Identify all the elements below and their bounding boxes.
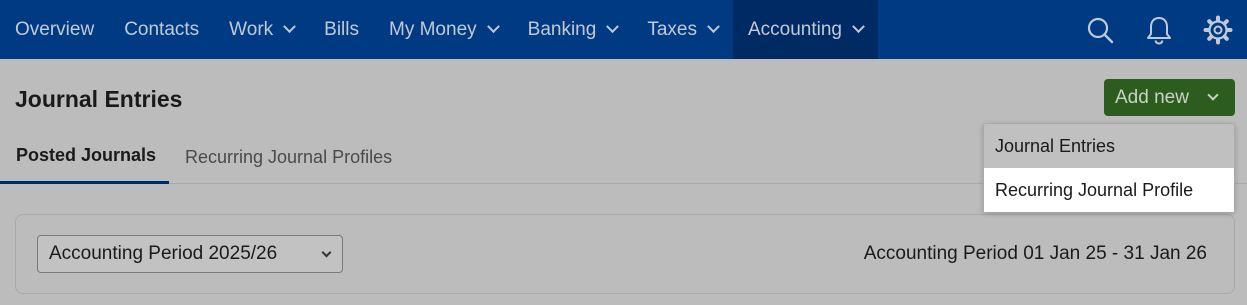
nav-item-overview[interactable]: Overview xyxy=(0,0,109,59)
tab-label: Posted Journals xyxy=(16,145,157,165)
chevron-down-icon xyxy=(707,20,720,34)
nav-item-label: Banking xyxy=(527,18,597,40)
nav-item-taxes[interactable]: Taxes xyxy=(632,0,733,59)
menu-item-label: Journal Entries xyxy=(995,135,1116,156)
nav-item-bills[interactable]: Bills xyxy=(309,0,374,59)
chevron-down-icon xyxy=(852,20,865,34)
nav-item-label: Accounting xyxy=(747,18,842,40)
chevron-down-icon xyxy=(283,20,297,34)
add-new-button[interactable]: Add new xyxy=(1104,79,1235,116)
nav-item-label: Work xyxy=(229,18,274,40)
accounting-period-select[interactable]: Accounting Period 2025/26 xyxy=(37,235,343,273)
nav-item-label: My Money xyxy=(389,18,477,40)
nav-item-label: Contacts xyxy=(124,18,200,40)
nav-icon-group xyxy=(1070,0,1247,59)
filter-card: Accounting Period 2025/26 Accounting Per… xyxy=(15,214,1235,294)
nav-item-contacts[interactable]: Contacts xyxy=(109,0,214,59)
chevron-down-icon xyxy=(606,20,620,34)
nav-item-accounting[interactable]: Accounting xyxy=(732,0,878,59)
page-title: Journal Entries xyxy=(15,86,183,112)
top-nav-bar: Overview Contacts Work Bills My Money Ba… xyxy=(0,0,1247,59)
chevron-down-icon xyxy=(1207,89,1219,101)
search-icon[interactable] xyxy=(1070,0,1129,59)
nav-item-label: Bills xyxy=(324,18,359,40)
add-new-button-label: Add new xyxy=(1115,86,1189,108)
bell-icon[interactable] xyxy=(1129,0,1188,59)
menu-item-recurring-journal-profile[interactable]: Recurring Journal Profile xyxy=(984,168,1234,212)
chevron-down-icon xyxy=(486,20,500,34)
tab-label: Recurring Journal Profiles xyxy=(185,146,393,167)
nav-item-banking[interactable]: Banking xyxy=(513,0,633,59)
gear-icon[interactable] xyxy=(1188,0,1247,59)
chevron-down-icon xyxy=(321,247,332,258)
tab-posted-journals[interactable]: Posted Journals xyxy=(0,130,169,184)
accounting-period-select-value: Accounting Period 2025/26 xyxy=(49,243,278,264)
nav-item-label: Taxes xyxy=(647,18,697,40)
nav-item-label: Overview xyxy=(15,18,95,40)
menu-item-journal-entries[interactable]: Journal Entries xyxy=(984,124,1234,168)
tab-recurring-journal-profiles[interactable]: Recurring Journal Profiles xyxy=(185,130,392,184)
accounting-period-range: Accounting Period 01 Jan 25 - 31 Jan 26 xyxy=(863,243,1207,264)
menu-item-label: Recurring Journal Profile xyxy=(995,179,1194,200)
nav-item-work[interactable]: Work xyxy=(214,0,309,59)
add-new-menu: Journal Entries Recurring Journal Profil… xyxy=(983,123,1235,212)
nav-item-my-money[interactable]: My Money xyxy=(374,0,513,59)
